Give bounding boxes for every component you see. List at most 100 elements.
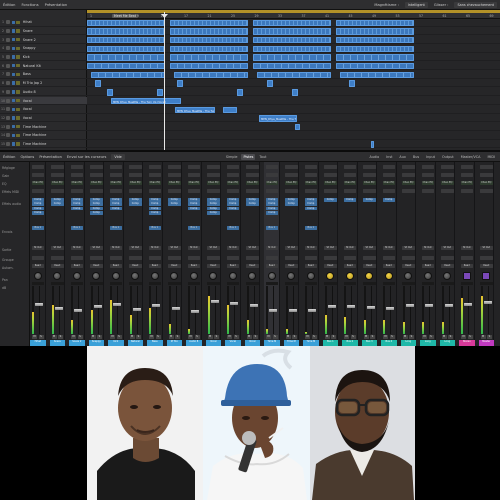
pan-knob[interactable] (209, 272, 218, 280)
mute-button[interactable]: M (51, 335, 57, 339)
pan-knob[interactable] (267, 272, 276, 280)
volume-fader[interactable] (249, 304, 258, 308)
group-slot[interactable] (31, 256, 45, 260)
audio-region[interactable] (336, 45, 414, 53)
midi-fx-slot[interactable] (51, 189, 64, 193)
drag-select[interactable]: Sans chevauchement (454, 1, 497, 8)
pan-knob[interactable] (150, 272, 159, 280)
audio-effect-slot[interactable]: Comp (51, 198, 64, 202)
setting-button[interactable] (441, 165, 454, 169)
solo-button[interactable] (16, 98, 20, 103)
group-slot[interactable] (226, 256, 240, 260)
fader-track[interactable] (351, 286, 353, 334)
audio-effect-slot[interactable]: Comp (285, 198, 298, 202)
volume-fader[interactable] (405, 304, 414, 308)
menu-functions[interactable]: Fonctions (21, 3, 38, 7)
pan-knob[interactable] (326, 272, 335, 280)
audio-region[interactable] (87, 45, 165, 53)
output-slot[interactable]: St Out (109, 246, 123, 250)
automation-mode[interactable]: Read (265, 264, 279, 268)
output-slot[interactable]: St Out (207, 246, 220, 250)
mute-button[interactable]: M (285, 335, 291, 339)
output-slot[interactable]: St Out (70, 246, 84, 250)
output-slot[interactable]: St Out (129, 246, 142, 250)
audio-effect-slot[interactable]: Comp (304, 202, 318, 206)
audio-region[interactable] (170, 45, 248, 53)
audio-effect-slot[interactable]: Comp (226, 202, 240, 206)
gain-slot[interactable] (129, 173, 142, 177)
volume-fader[interactable] (113, 302, 121, 306)
audio-effect-slot[interactable]: Comp (109, 198, 123, 202)
pan-knob[interactable] (306, 272, 315, 280)
automation-mode[interactable]: Read (363, 264, 376, 268)
fader-track[interactable] (409, 286, 411, 334)
gain-slot[interactable] (285, 173, 298, 177)
fader-track[interactable] (58, 286, 60, 334)
mute-button[interactable] (12, 142, 16, 146)
playhead[interactable] (164, 12, 165, 150)
mixer-type-button[interactable]: Inst (384, 154, 394, 160)
midi-fx-slot[interactable] (90, 189, 103, 193)
pan-knob[interactable] (72, 272, 81, 280)
audio-effect-slot[interactable]: Comp (109, 202, 123, 206)
pan-knob[interactable] (53, 272, 62, 280)
audio-effect-slot[interactable]: Comp (31, 206, 45, 211)
track-lane[interactable] (87, 80, 500, 88)
track-lane[interactable] (87, 71, 500, 79)
track-lane[interactable] (87, 45, 500, 53)
solo-button[interactable] (16, 107, 20, 111)
pan-knob[interactable] (287, 272, 296, 280)
solo-button[interactable]: S (311, 335, 317, 339)
group-slot[interactable] (109, 256, 123, 260)
send-slot[interactable]: Bus 1 (187, 226, 201, 230)
fader-track[interactable] (429, 286, 431, 334)
audio-region[interactable] (340, 71, 414, 79)
eq-thumbnail[interactable]: Chan EQ (168, 181, 181, 185)
solo-button[interactable] (16, 20, 20, 24)
audio-effect-slot[interactable]: Comp (226, 198, 240, 202)
output-slot[interactable]: St Out (31, 246, 45, 250)
setting-button[interactable] (324, 165, 337, 169)
midi-fx-slot[interactable] (324, 189, 337, 193)
audio-effect-slot[interactable]: Comp (265, 198, 279, 202)
audio-region[interactable] (253, 63, 331, 70)
group-slot[interactable] (441, 256, 454, 260)
audio-region[interactable] (253, 54, 331, 61)
automation-mode[interactable]: Read (441, 264, 454, 268)
track-header-row[interactable]: 4 Snappy (0, 45, 87, 53)
mute-button[interactable]: M (207, 335, 213, 339)
track-header-row[interactable]: 3 Snare 2 (0, 36, 87, 44)
midi-fx-slot[interactable] (207, 189, 220, 193)
midi-fx-slot[interactable] (129, 189, 142, 193)
track-header-row[interactable]: 11 Vocal (0, 106, 87, 114)
audio-effect-slot[interactable]: Comp (324, 198, 337, 202)
track-lane[interactable] (87, 132, 500, 140)
mute-button[interactable] (12, 55, 16, 59)
audio-region[interactable] (253, 36, 331, 44)
mute-button[interactable]: M (363, 335, 369, 339)
audio-effect-slot[interactable]: Comp (363, 198, 376, 202)
setting-button[interactable] (421, 165, 435, 169)
fader-track[interactable] (117, 286, 119, 334)
gain-slot[interactable] (31, 173, 45, 177)
mixer-filter-button[interactable]: Pistes (241, 153, 256, 160)
group-slot[interactable] (402, 256, 415, 260)
volume-fader[interactable] (93, 305, 102, 309)
gain-slot[interactable] (187, 173, 201, 177)
mute-button[interactable]: M (441, 335, 447, 339)
volume-fader[interactable] (444, 304, 453, 308)
track-lanes[interactable]: MEN_Rhye_MeetMe - The Turn Up (Vocal) MEN… (87, 19, 500, 150)
pan-knob[interactable] (92, 272, 101, 280)
solo-button[interactable] (16, 64, 20, 68)
eq-thumbnail[interactable]: Chan EQ (382, 181, 396, 185)
group-slot[interactable] (382, 256, 396, 260)
track-header-row[interactable]: 15 Time Machine (0, 141, 87, 149)
midi-fx-slot[interactable] (460, 189, 474, 193)
setting-button[interactable] (90, 165, 103, 169)
track-lane[interactable] (87, 28, 500, 36)
setting-button[interactable] (382, 165, 396, 169)
pan-knob[interactable] (228, 272, 237, 280)
fader-track[interactable] (39, 286, 41, 334)
audio-effect-slot[interactable]: Comp (31, 202, 45, 206)
audio-effect-slot[interactable]: Comp (187, 202, 201, 206)
